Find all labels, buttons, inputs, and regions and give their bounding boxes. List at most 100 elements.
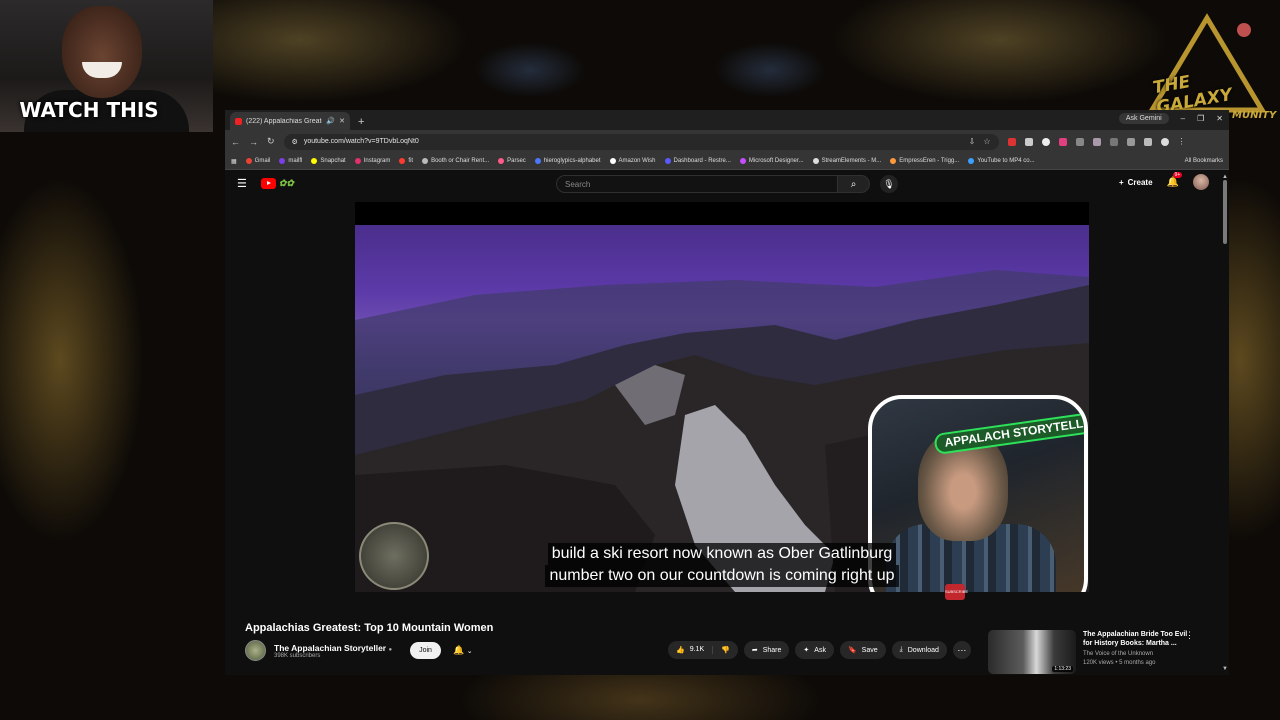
extension-icon-4[interactable] xyxy=(1058,137,1067,146)
storyteller-badge: APPALACH STORYTELL xyxy=(933,411,1084,456)
notifications-button[interactable]: 🔔 9+ xyxy=(1167,171,1183,188)
search-input[interactable]: Search xyxy=(556,175,838,193)
bookmark-favicon-icon xyxy=(399,158,406,164)
closed-captions: build a ski resort now known as Ober Gat… xyxy=(355,543,1089,587)
bookmark-item[interactable]: StreamElements - M... xyxy=(812,158,881,164)
bookmark-item[interactable]: Booth or Chair Rent... xyxy=(422,158,489,164)
bookmark-star-icon[interactable]: ☆ xyxy=(983,137,990,146)
tab-title: (222) Appalachias Greatest xyxy=(246,117,323,125)
save-button[interactable]: 🔖 Save xyxy=(839,641,886,659)
site-info-icon[interactable]: ⚙ xyxy=(292,138,298,146)
extension-icon-6[interactable] xyxy=(1092,137,1101,146)
menu-kebab-icon[interactable]: ⋮ xyxy=(1178,137,1186,146)
bookmark-item[interactable]: Dashboard - Restre... xyxy=(664,158,731,164)
search-button[interactable]: ⌕ xyxy=(838,175,870,193)
more-actions-button[interactable]: ⋯ xyxy=(952,641,971,659)
account-avatar[interactable] xyxy=(1193,174,1209,190)
bookmark-item[interactable]: Microsoft Designer... xyxy=(739,158,804,164)
dislike-button[interactable]: 👎 xyxy=(713,646,738,654)
bookmark-item[interactable]: mailfl xyxy=(279,158,302,164)
tab-youtube[interactable]: (222) Appalachias Greatest 🔊 ✕ xyxy=(230,112,350,130)
subscribe-watermark-button[interactable]: SUBSCRIBE xyxy=(945,584,968,600)
ask-button[interactable]: ✦ Ask xyxy=(795,641,834,659)
bookmark-item[interactable]: YouTube to MP4 co... xyxy=(968,158,1035,164)
tab-strip: (222) Appalachias Greatest 🔊 ✕ + Ask Gem… xyxy=(225,110,1229,130)
ellipsis-icon: ⋯ xyxy=(957,644,967,655)
bookmark-item[interactable]: Snapchat xyxy=(311,158,346,164)
bookmark-item[interactable]: Instagram xyxy=(354,158,391,164)
bookmark-item[interactable]: hieroglypics-alphabet xyxy=(534,158,601,164)
speaker-icon[interactable]: 🔊 xyxy=(326,117,335,125)
channel-avatar[interactable] xyxy=(245,640,266,661)
download-icon: ⤓ xyxy=(899,646,903,653)
voice-search-button[interactable]: 🎙 xyxy=(880,175,898,193)
video-player[interactable]: APPALACH STORYTELL build a ski resort no… xyxy=(355,202,1089,592)
save-label: Save xyxy=(861,646,878,654)
reload-icon[interactable]: ↻ xyxy=(267,136,275,147)
create-button[interactable]: + Create xyxy=(1119,178,1153,187)
bookmark-item[interactable]: EmpressEren - Trigg... xyxy=(890,158,959,164)
extension-icon-5[interactable] xyxy=(1075,137,1084,146)
extension-icon-2[interactable] xyxy=(1024,137,1033,146)
bookmark-item[interactable]: Gmail xyxy=(245,158,270,164)
bookmark-favicon-icon xyxy=(968,158,975,164)
minimize-icon[interactable]: – xyxy=(1181,114,1185,123)
scroll-down-arrow-icon[interactable]: ▼ xyxy=(1222,666,1228,672)
video-duration: 1:13:23 xyxy=(1052,666,1073,672)
caption-line-1: build a ski resort now known as Ober Gat… xyxy=(547,543,897,565)
suggested-menu-icon[interactable]: ⋮ xyxy=(1185,630,1194,641)
bell-ring-icon: 🔔 xyxy=(452,645,465,655)
bookmark-label: fit xyxy=(408,158,414,164)
bookmark-label: Amazon Wish xyxy=(618,158,656,164)
bookmark-favicon-icon xyxy=(498,158,505,164)
page-scrollbar[interactable] xyxy=(1223,180,1227,244)
youtube-logo[interactable]: ✿✿ xyxy=(260,178,294,189)
install-icon[interactable]: ⇩ xyxy=(969,137,976,146)
back-icon[interactable]: ← xyxy=(231,137,240,147)
bookmark-item[interactable]: Parsec xyxy=(498,158,526,164)
forward-icon[interactable]: → xyxy=(249,137,258,147)
suggested-thumbnail[interactable]: 1:13:23 xyxy=(988,630,1076,674)
apps-grid-icon[interactable]: ▦ xyxy=(231,158,237,165)
bookmark-label: Dashboard - Restre... xyxy=(673,158,731,164)
galaxy-community-logo: THE GALAXY MUNITY xyxy=(1142,10,1276,125)
download-button[interactable]: ⤓ Download xyxy=(891,641,947,659)
bookmark-label: Instagram xyxy=(363,158,391,164)
share-button[interactable]: ➦ Share xyxy=(743,641,790,659)
extension-icon-1[interactable] xyxy=(1007,137,1016,146)
browser-window: (222) Appalachias Greatest 🔊 ✕ + Ask Gem… xyxy=(225,110,1229,675)
all-bookmarks-button[interactable]: All Bookmarks xyxy=(1185,158,1223,164)
streamer-head xyxy=(62,6,142,98)
cast-icon[interactable] xyxy=(1126,137,1135,146)
search-bar: Search ⌕ 🎙 xyxy=(556,175,898,193)
close-tab-icon[interactable]: ✕ xyxy=(339,117,345,125)
channel-name[interactable]: The Appalachian Storyteller ● xyxy=(274,643,392,653)
hamburger-menu-icon[interactable]: ☰ xyxy=(237,177,247,190)
extension-icon-3[interactable] xyxy=(1041,137,1050,146)
download-label: Download xyxy=(907,646,939,654)
like-button[interactable]: 👍 9.1K xyxy=(668,646,714,654)
video-frame[interactable]: APPALACH STORYTELL xyxy=(355,225,1089,592)
ask-gemini-button[interactable]: Ask Gemini xyxy=(1118,113,1169,124)
bookmark-item[interactable]: fit xyxy=(399,158,413,164)
bookmark-favicon-icon xyxy=(739,158,746,164)
sidepanel-icon[interactable] xyxy=(1143,137,1152,146)
bookmark-label: YouTube to MP4 co... xyxy=(977,158,1035,164)
bookmark-item[interactable]: Amazon Wish xyxy=(609,158,656,164)
join-button[interactable]: Join xyxy=(410,642,441,659)
window-controls: Ask Gemini – ❐ ✕ xyxy=(1118,113,1223,124)
subscription-bell-button[interactable]: 🔔 ⌄ xyxy=(453,645,473,656)
bookmarks-bar: ▦ Gmail mailfl Snapchat Instagram fit Booth o… xyxy=(225,153,1229,170)
puzzle-icon[interactable] xyxy=(1109,137,1118,146)
suggested-video[interactable]: 1:13:23 The Appalachian Bride Too Evil f… xyxy=(988,630,1208,674)
streamer-webcam: WATCH THIS xyxy=(0,0,213,132)
address-bar[interactable]: ⚙ youtube.com/watch?v=9TDvbLoqNt0 ⇩ ☆ xyxy=(283,133,999,150)
profile-icon[interactable] xyxy=(1160,137,1169,146)
verified-icon: ● xyxy=(388,646,393,653)
close-window-icon[interactable]: ✕ xyxy=(1216,114,1223,123)
search-icon: ⌕ xyxy=(850,178,857,190)
bookmark-favicon-icon xyxy=(812,158,819,164)
suggested-title[interactable]: The Appalachian Bride Too Evil for Histo… xyxy=(1083,630,1193,648)
new-tab-button[interactable]: + xyxy=(358,116,364,130)
restore-icon[interactable]: ❐ xyxy=(1197,114,1204,123)
